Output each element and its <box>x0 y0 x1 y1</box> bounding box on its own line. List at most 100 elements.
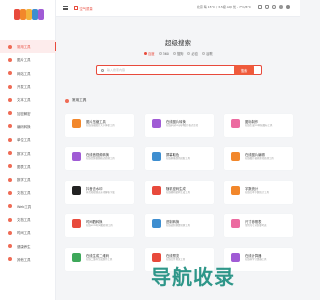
tool-card[interactable]: 在线生成二维码 在线二维码生成制作工具 <box>65 248 134 271</box>
tool-icon <box>152 152 161 161</box>
top-right-tools: 北京 晴 15°C / 3.5级 AQI 优 - 7°C/6°C <box>197 5 290 9</box>
sidebar-item[interactable]: 文档工具 <box>0 213 56 226</box>
section-title: 常用工具 <box>72 98 87 102</box>
tool-card-description: 常用尺寸对照参考表 <box>245 224 267 227</box>
tool-icon <box>231 186 240 195</box>
sidebar-item[interactable]: 网站工具 <box>0 67 56 80</box>
section-heading: 常用工具 <box>65 98 86 103</box>
sidebar-item[interactable]: 图表工具 <box>0 160 56 173</box>
sidebar-item-label: 文档工具 <box>17 218 31 222</box>
sidebar-item[interactable]: Web工具 <box>0 200 56 213</box>
tool-icon <box>231 152 240 161</box>
notification-icon[interactable] <box>258 5 262 9</box>
radio-icon <box>172 52 176 55</box>
tool-card[interactable]: 图标制作 在线生成ico网站图标工具 <box>224 114 293 137</box>
tool-category-icon <box>8 124 12 129</box>
sidebar-nav: 常用工具 图片工具 网站工具 开发工具 文本工具 加密解密 编码转换 单位工具 … <box>0 40 56 266</box>
tool-card-description: 在线音频视频格式转换工具 <box>86 157 115 160</box>
tool-category-icon <box>8 151 12 156</box>
engine-label: 必应 <box>191 52 199 56</box>
tool-card[interactable]: 时间戳转换 在线unix时间戳转换工具 <box>65 214 134 237</box>
tool-card[interactable]: 屏幕取色 在线屏幕颜色拾取工具 <box>145 147 214 170</box>
tool-card[interactable]: 进制转换 在线进制换算转换工具 <box>145 214 214 237</box>
sidebar-item[interactable]: 数字工具 <box>0 146 56 159</box>
radio-icon <box>187 52 191 55</box>
sidebar-item[interactable]: 健康养生 <box>0 239 56 252</box>
top-link[interactable]: 空气质量 <box>80 6 93 11</box>
tool-card-description: 在线进制换算转换工具 <box>166 224 190 227</box>
tool-card[interactable]: 随机密码生成 在线随机密码生成工具 <box>145 181 214 204</box>
engine-label: 360 <box>162 51 169 56</box>
sidebar-item[interactable]: 开发工具 <box>0 80 56 93</box>
tool-card[interactable]: 字数统计 在线文本字数统计工具 <box>224 181 293 204</box>
theme-icon[interactable] <box>279 5 283 9</box>
dark-mode-icon[interactable] <box>272 5 276 9</box>
sidebar-item[interactable]: 数学工具 <box>0 173 56 186</box>
tool-category-icon <box>8 230 12 235</box>
sidebar-item-label: 加密解密 <box>17 111 31 116</box>
sidebar-item[interactable]: 编码转换 <box>0 120 56 133</box>
tool-card-description: 在线jpg/png/gif图片格式互转 <box>166 124 199 127</box>
tool-card[interactable]: 在线图片编辑 在线图片编辑美化处理工具 <box>224 147 293 170</box>
sidebar-item[interactable]: 文档工具 <box>0 186 56 199</box>
sidebar-item-label: 开发工具 <box>17 85 31 90</box>
sidebar-item[interactable]: 图片工具 <box>0 53 56 66</box>
sidebar-item-label: 编码转换 <box>17 124 31 129</box>
tool-card-description: 在线unix时间戳转换工具 <box>86 224 113 227</box>
tool-category-icon <box>8 164 12 169</box>
tool-card-description: 在线屏幕颜色拾取工具 <box>166 157 190 160</box>
tool-card-description: 在线科学计算器工具 <box>245 258 267 261</box>
menu-icon[interactable] <box>63 6 68 10</box>
tool-category-icon <box>8 111 12 116</box>
tool-category-icon <box>8 190 12 195</box>
engine-option[interactable]: 谷歌 <box>202 51 213 56</box>
tool-card[interactable]: 尺寸参照表 常用尺寸对照参考表 <box>224 214 293 237</box>
site-logo[interactable] <box>14 9 44 21</box>
tool-icon <box>72 119 81 128</box>
tool-card[interactable]: 在线音视频转换 在线音频视频格式转换工具 <box>65 147 134 170</box>
tool-card-description: 抖音短视频无水印解析下载 <box>86 191 115 194</box>
sidebar-item[interactable]: 加密解密 <box>0 106 56 119</box>
sidebar-item[interactable]: 文本工具 <box>0 93 56 106</box>
sidebar-item-label: 常用工具 <box>17 45 31 50</box>
tool-category-icon <box>8 177 12 182</box>
tool-card[interactable]: 抖音去水印 抖音短视频无水印解析下载 <box>65 181 134 204</box>
sidebar-item-label: 健康养生 <box>17 244 31 249</box>
sidebar-item[interactable]: 时间工具 <box>0 226 56 239</box>
sidebar-item-label: 文档工具 <box>17 191 31 196</box>
engine-option[interactable]: 搜狗 <box>172 51 184 56</box>
search-button[interactable]: 搜索 <box>234 65 254 75</box>
tool-card[interactable]: 图片压缩工具 在线压缩图片大小体积工具 <box>65 114 134 137</box>
engine-option[interactable]: 360 <box>158 51 169 56</box>
tool-category-icon <box>8 44 12 49</box>
engine-label: 搜狗 <box>176 52 184 56</box>
sidebar-item-label: 其他工具 <box>17 257 31 262</box>
section-icon <box>65 98 69 103</box>
sidebar-item-label: 单位工具 <box>17 138 31 143</box>
search-engine-tabs: 百度 360 搜狗 必应 谷歌 <box>144 51 217 56</box>
sidebar-item[interactable]: 单位工具 <box>0 133 56 146</box>
sidebar-item-label: 时间工具 <box>17 231 31 236</box>
tool-category-icon <box>8 57 12 62</box>
sidebar-item[interactable]: 其他工具 <box>0 253 56 266</box>
engine-label: 谷歌 <box>206 52 213 56</box>
tool-icon <box>231 119 240 128</box>
engine-option[interactable]: 必应 <box>187 51 198 56</box>
engine-option[interactable]: 百度 <box>144 51 155 56</box>
tool-card[interactable]: 在线图片转换 在线jpg/png/gif图片格式互转 <box>145 114 214 137</box>
tool-category-icon <box>8 84 12 89</box>
radio-icon <box>144 52 147 55</box>
tool-category-icon <box>8 257 12 262</box>
weather-widget[interactable]: 北京 晴 15°C / 3.5级 AQI 优 - 7°C/6°C <box>197 5 251 9</box>
tool-category-icon <box>8 204 12 209</box>
tool-category-icon <box>8 217 12 222</box>
user-icon[interactable] <box>286 5 290 9</box>
tool-card-description: 在线压缩图片大小体积工具 <box>86 124 115 127</box>
sidebar-item-label: 数字工具 <box>17 151 31 156</box>
tool-icon <box>152 219 161 228</box>
sidebar-item[interactable]: 常用工具 <box>0 40 56 54</box>
tool-card-description: 在线二维码生成制作工具 <box>86 258 113 261</box>
shield-icon[interactable] <box>265 5 269 9</box>
tool-icon <box>72 253 81 262</box>
tool-icon <box>152 186 161 195</box>
